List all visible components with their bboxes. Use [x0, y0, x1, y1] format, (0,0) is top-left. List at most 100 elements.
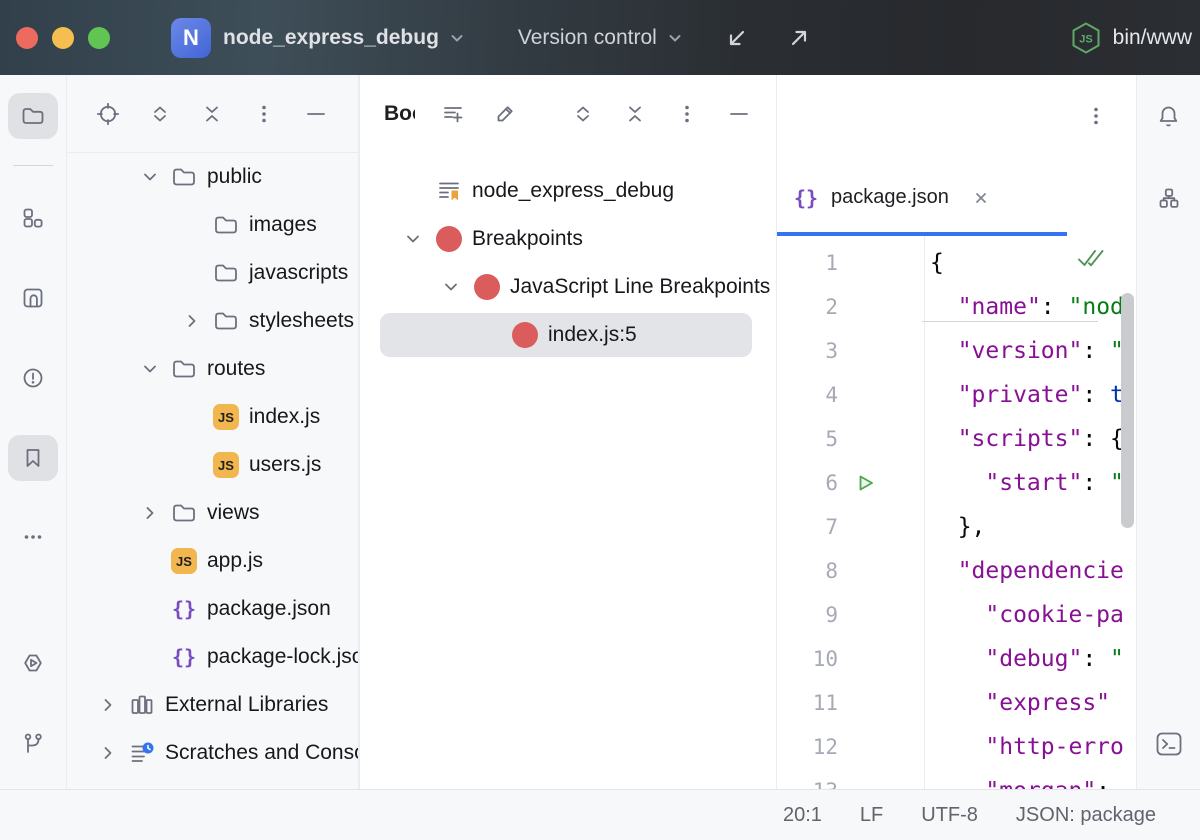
hide-icon[interactable]	[727, 102, 751, 126]
status-item-utf-8[interactable]: UTF-8	[921, 804, 978, 827]
chevron-down-icon[interactable]	[390, 226, 436, 252]
editor-panel: {} package.json 1{2 "name": "nod3 "versi…	[777, 75, 1136, 789]
code-line-2[interactable]: 2 "name": "nod	[777, 285, 1136, 329]
code-line-12[interactable]: 12 "http-erro	[777, 725, 1136, 769]
chevron-down-icon[interactable]	[129, 356, 171, 382]
code-line-8[interactable]: 8 "dependencie	[777, 549, 1136, 593]
structure-icon[interactable]	[8, 195, 58, 241]
chevron-right-icon[interactable]	[87, 740, 129, 766]
inspections-ok-icon[interactable]	[1076, 246, 1106, 272]
status-item-json-package[interactable]: JSON: package	[1016, 804, 1156, 827]
breakpoint-item-index-js-5[interactable]: index.js:5	[380, 313, 752, 357]
vcs-widget[interactable]: Version control	[518, 26, 684, 50]
chevron-right-icon[interactable]	[87, 692, 129, 718]
code-line-7[interactable]: 7 },	[777, 505, 1136, 549]
vcs-push-arrow-icon[interactable]	[784, 23, 814, 53]
line-number: 2	[777, 295, 838, 319]
project-toolbar	[67, 75, 358, 153]
breakpoint-item-breakpoints[interactable]: Breakpoints	[360, 215, 776, 263]
collapse-all-icon[interactable]	[200, 102, 224, 126]
tree-item-package-lock-json[interactable]: {}package-lock.json	[67, 633, 358, 681]
run-line-icon[interactable]	[838, 470, 924, 496]
chevron-down-icon[interactable]	[129, 164, 171, 190]
json-file-icon: {}	[171, 596, 197, 622]
tree-item-index-js[interactable]: JSindex.js	[67, 393, 358, 441]
status-item-lf[interactable]: LF	[860, 804, 883, 827]
breakpoint-item-node-express-debug[interactable]: node_express_debug	[360, 167, 776, 215]
add-to-list-icon[interactable]	[441, 102, 465, 126]
code-line-10[interactable]: 10 "debug": "	[777, 637, 1136, 681]
tree-item-label: stylesheets	[249, 309, 354, 333]
git-branch-icon[interactable]	[8, 720, 58, 766]
vcs-update-arrow-icon[interactable]	[722, 23, 752, 53]
tree-item-package-json[interactable]: {}package.json	[67, 585, 358, 633]
tree-item-label: images	[249, 213, 317, 237]
run-config-name: bin/www	[1113, 26, 1192, 50]
chevron-right-icon[interactable]	[171, 308, 213, 334]
code-line-4[interactable]: 4 "private": t	[777, 373, 1136, 417]
expand-all-icon[interactable]	[571, 102, 595, 126]
run-configuration-selector[interactable]: JS bin/www	[1070, 21, 1200, 55]
close-window-button[interactable]	[16, 27, 38, 49]
zoom-window-button[interactable]	[88, 27, 110, 49]
tree-item-routes[interactable]: routes	[67, 345, 358, 393]
terminal-icon[interactable]	[1144, 721, 1194, 767]
code-line-13[interactable]: 13 "morgan":	[777, 769, 1136, 789]
status-item-20-1[interactable]: 20:1	[783, 804, 822, 827]
close-tab-icon[interactable]	[971, 188, 991, 208]
folder-icon	[171, 356, 197, 382]
project-folder-icon[interactable]	[8, 93, 58, 139]
svg-text:JS: JS	[1079, 33, 1092, 45]
project-selector[interactable]: N node_express_debug	[171, 18, 466, 58]
tree-item-views[interactable]: views	[67, 489, 358, 537]
code-line-6[interactable]: 6 "start": "	[777, 461, 1136, 505]
notifications-icon[interactable]	[1144, 93, 1194, 139]
minimize-window-button[interactable]	[52, 27, 74, 49]
problems-icon[interactable]	[8, 355, 58, 401]
tree-item-public[interactable]: public	[67, 153, 358, 201]
project-name: node_express_debug	[223, 26, 439, 50]
tree-item-label: users.js	[249, 453, 321, 477]
breakpoint-item-javascript-line-breakpoints[interactable]: JavaScript Line Breakpoints	[360, 263, 776, 311]
tree-item-images[interactable]: images	[67, 201, 358, 249]
collapse-all-icon[interactable]	[623, 102, 647, 126]
editor-scrollbar[interactable]	[1121, 293, 1134, 528]
left-tool-strip	[0, 75, 66, 789]
tree-item-label: Scratches and Consoles	[165, 741, 358, 765]
edit-icon[interactable]	[493, 102, 517, 126]
tree-item-app-js[interactable]: JSapp.js	[67, 537, 358, 585]
code-text: "name": "nod	[924, 294, 1124, 320]
json-file-icon: {}	[793, 185, 819, 211]
code-line-11[interactable]: 11 "express"	[777, 681, 1136, 725]
editor-options-kebab-icon[interactable]	[1084, 104, 1108, 128]
code-line-3[interactable]: 3 "version": "	[777, 329, 1136, 373]
code-editor[interactable]: 1{2 "name": "nod3 "version": "4 "private…	[777, 236, 1136, 789]
tree-item-label: index.js	[249, 405, 320, 429]
code-line-9[interactable]: 9 "cookie-pa	[777, 593, 1136, 637]
locate-icon[interactable]	[96, 102, 120, 126]
hide-icon[interactable]	[304, 102, 328, 126]
bookmarks-panel: Bookmarks node_express_debugBreakpointsJ…	[360, 75, 776, 789]
chevron-right-icon[interactable]	[129, 500, 171, 526]
tree-item-javascripts[interactable]: javascripts	[67, 249, 358, 297]
tree-item-scratches-and-consoles[interactable]: Scratches and Consoles	[67, 729, 358, 777]
more-icon[interactable]	[8, 514, 58, 560]
code-line-5[interactable]: 5 "scripts": {	[777, 417, 1136, 461]
nodejs-icon: JS	[1070, 21, 1102, 55]
more-vertical-icon[interactable]	[252, 102, 276, 126]
more-vertical-icon[interactable]	[675, 102, 699, 126]
tree-item-users-js[interactable]: JSusers.js	[67, 441, 358, 489]
tab-package-json[interactable]: {} package.json	[777, 159, 1067, 236]
line-number: 8	[777, 559, 838, 583]
hierarchy-icon[interactable]	[1144, 175, 1194, 221]
breakpoints-tree: node_express_debugBreakpointsJavaScript …	[360, 153, 776, 359]
tree-item-stylesheets[interactable]: stylesheets	[67, 297, 358, 345]
tree-item-label: app.js	[207, 549, 263, 573]
right-tool-strip	[1137, 75, 1200, 789]
expand-all-icon[interactable]	[148, 102, 172, 126]
chevron-down-icon[interactable]	[428, 274, 474, 300]
bookmarks-icon[interactable]	[8, 435, 58, 481]
tree-item-external-libraries[interactable]: External Libraries	[67, 681, 358, 729]
book-icon[interactable]	[8, 275, 58, 321]
services-icon[interactable]	[8, 640, 58, 686]
